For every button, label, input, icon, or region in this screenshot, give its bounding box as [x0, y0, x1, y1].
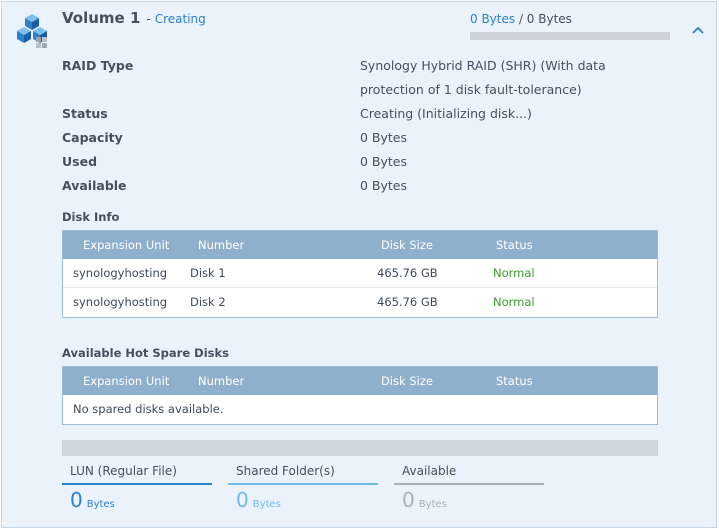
column-header[interactable]: Disk Size — [381, 374, 433, 388]
summary-line — [228, 483, 378, 485]
prop-label: Status — [62, 106, 108, 121]
prop-value: 0 Bytes — [360, 154, 408, 169]
column-header[interactable]: Disk Size — [381, 238, 433, 252]
hot-spare-title: Available Hot Spare Disks — [62, 346, 229, 360]
summary-shared-folders: Shared Folder(s) 0 Bytes — [228, 464, 378, 512]
table-row[interactable]: synologyhosting Disk 1 465.76 GB Normal — [63, 259, 657, 288]
usage-text: 0 Bytes / 0 Bytes — [470, 12, 572, 26]
empty-message: No spared disks available. — [73, 402, 224, 416]
table-row[interactable]: synologyhosting Disk 2 465.76 GB Normal — [63, 288, 657, 317]
prop-value: 0 Bytes — [360, 130, 408, 145]
disk-info-table: Expansion Unit Number Disk Size Status s… — [62, 230, 658, 318]
summary-lun: LUN (Regular File) 0 Bytes — [62, 464, 212, 512]
summary-value: 0 Bytes — [62, 488, 212, 512]
summary-unit: Bytes — [252, 499, 281, 510]
summary-label: Shared Folder(s) — [236, 464, 335, 478]
table-header: Expansion Unit Number Disk Size Status — [63, 231, 657, 259]
column-header[interactable]: Status — [496, 238, 533, 252]
summary-number: 0 — [236, 488, 249, 512]
storage-allocation-bar — [62, 440, 658, 456]
cell-number: Disk 2 — [190, 295, 226, 309]
volume-panel: Volume 1 - Creating 0 Bytes / 0 Bytes RA… — [1, 1, 717, 528]
usage-total: / 0 Bytes — [515, 12, 572, 26]
cell-status: Normal — [493, 295, 535, 309]
chevron-up-icon[interactable] — [690, 22, 706, 38]
column-header[interactable]: Number — [198, 374, 244, 388]
summary-line — [394, 483, 544, 485]
disk-info-title: Disk Info — [62, 210, 120, 224]
prop-value: Synology Hybrid RAID (SHR) (With data pr… — [360, 58, 606, 97]
title-separator: - — [146, 12, 151, 26]
cell-disk-size: 465.76 GB — [377, 295, 438, 309]
summary-unit: Bytes — [418, 499, 447, 510]
volume-state: Creating — [154, 12, 206, 26]
column-header[interactable]: Expansion Unit — [83, 374, 169, 388]
volume-name: Volume 1 — [62, 9, 141, 27]
cell-number: Disk 1 — [190, 266, 226, 280]
usage-used: 0 Bytes — [470, 12, 516, 26]
volume-cubes-icon — [17, 14, 47, 48]
summary-line — [62, 483, 212, 485]
usage-bar — [470, 32, 670, 40]
summary-unit: Bytes — [86, 499, 115, 510]
cell-expansion-unit: synologyhosting — [73, 295, 168, 309]
summary-value: 0 Bytes — [394, 488, 544, 512]
empty-row: No spared disks available. — [63, 395, 657, 424]
table-header: Expansion Unit Number Disk Size Status — [63, 367, 657, 395]
column-header[interactable]: Expansion Unit — [83, 238, 169, 252]
prop-value: 0 Bytes — [360, 178, 408, 193]
column-header[interactable]: Status — [496, 374, 533, 388]
summary-available: Available 0 Bytes — [394, 464, 544, 512]
summary-label: Available — [402, 464, 457, 478]
summary-number: 0 — [70, 488, 83, 512]
prop-label: RAID Type — [62, 58, 134, 73]
cell-disk-size: 465.76 GB — [377, 266, 438, 280]
prop-label: Used — [62, 154, 98, 169]
summary-value: 0 Bytes — [228, 488, 378, 512]
summary-number: 0 — [402, 488, 415, 512]
cell-expansion-unit: synologyhosting — [73, 266, 168, 280]
hot-spare-table: Expansion Unit Number Disk Size Status N… — [62, 366, 658, 425]
volume-header: Volume 1 - Creating — [62, 9, 206, 27]
prop-label: Capacity — [62, 130, 123, 145]
status-link[interactable]: Creating (Initializing disk...) — [360, 102, 640, 126]
cell-status: Normal — [493, 266, 535, 280]
prop-label: Available — [62, 178, 127, 193]
summary-label: LUN (Regular File) — [70, 464, 177, 478]
column-header[interactable]: Number — [198, 238, 244, 252]
